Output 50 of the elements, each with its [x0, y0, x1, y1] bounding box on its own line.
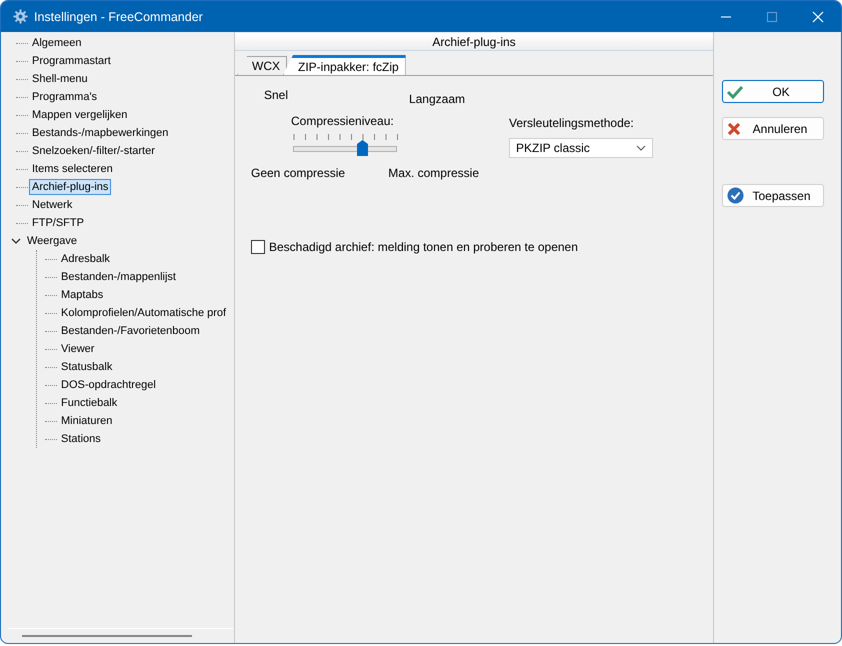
- compression-label: Compressieniveau:: [291, 114, 395, 128]
- tree-item[interactable]: Shell-menu: [29, 71, 91, 87]
- tree-item[interactable]: Algemeen: [29, 35, 85, 51]
- tree-item[interactable]: Miniaturen: [58, 413, 116, 429]
- encryption-label: Versleutelingsmethode:: [509, 116, 635, 130]
- tree-item[interactable]: Archief-plug-ins: [29, 179, 112, 195]
- slider-thumb[interactable]: [357, 140, 368, 156]
- tree-item[interactable]: Netwerk: [29, 197, 76, 213]
- tree-item[interactable]: Functiebalk: [58, 395, 120, 411]
- fast-label: Snel: [264, 88, 288, 104]
- tree-item[interactable]: Maptabs: [58, 287, 106, 303]
- tree-item[interactable]: Kolomprofielen/Automatische prof: [58, 305, 230, 321]
- cancel-button[interactable]: Annuleren: [722, 117, 824, 140]
- compression-slider[interactable]: [293, 140, 397, 156]
- maximize-icon: [767, 12, 777, 22]
- cross-icon: [727, 122, 741, 136]
- window-title: Instellingen - FreeCommander: [34, 10, 203, 24]
- tab[interactable]: WCX: [237, 56, 287, 75]
- max-label: Max. compressie: [388, 166, 479, 180]
- check-circle-icon: [727, 187, 744, 204]
- close-icon: [812, 10, 824, 22]
- scrollbar-thumb[interactable]: [22, 635, 192, 637]
- apply-button[interactable]: Toepassen: [722, 184, 824, 207]
- tree-item[interactable]: FTP/SFTP: [29, 215, 87, 231]
- tree-item[interactable]: Bestanden-/mappenlijst: [58, 269, 179, 285]
- tree-item[interactable]: Weergave: [24, 233, 80, 249]
- tree-item[interactable]: Bestands-/mapbewerkingen: [29, 125, 172, 141]
- tree-item[interactable]: Bestanden-/Favorietenboom: [58, 323, 203, 339]
- tree-item[interactable]: Adresbalk: [58, 251, 113, 267]
- chevron-down-icon: [636, 145, 646, 151]
- checkmark-icon: [727, 84, 743, 98]
- tree-item[interactable]: Programmastart: [29, 53, 114, 69]
- page-title: Archief-plug-ins: [235, 33, 713, 51]
- tree-item[interactable]: DOS-opdrachtregel: [58, 377, 159, 393]
- collapse-icon[interactable]: [10, 236, 22, 246]
- gear-icon: [13, 9, 28, 24]
- tree-item[interactable]: Viewer: [58, 341, 98, 357]
- tree-item[interactable]: Mappen vergelijken: [29, 107, 130, 123]
- checkbox[interactable]: [251, 240, 265, 254]
- checkbox-label[interactable]: Beschadigd archief: melding tonen en proberen te openen: [269, 240, 578, 254]
- encryption-dropdown[interactable]: PKZIP classic: [509, 138, 653, 158]
- min-label: Geen compressie: [251, 166, 346, 180]
- slow-label: Langzaam: [408, 92, 465, 106]
- tree-item[interactable]: Stations: [58, 431, 104, 447]
- tree-item[interactable]: Items selecteren: [29, 161, 116, 177]
- tree-item[interactable]: Snelzoeken/-filter/-starter: [29, 143, 158, 159]
- tree-item[interactable]: Statusbalk: [58, 359, 116, 375]
- tab[interactable]: ZIP-inpakker: fcZip: [283, 55, 406, 75]
- ok-button[interactable]: OK: [722, 80, 824, 103]
- tree-item[interactable]: Programma's: [29, 89, 100, 105]
